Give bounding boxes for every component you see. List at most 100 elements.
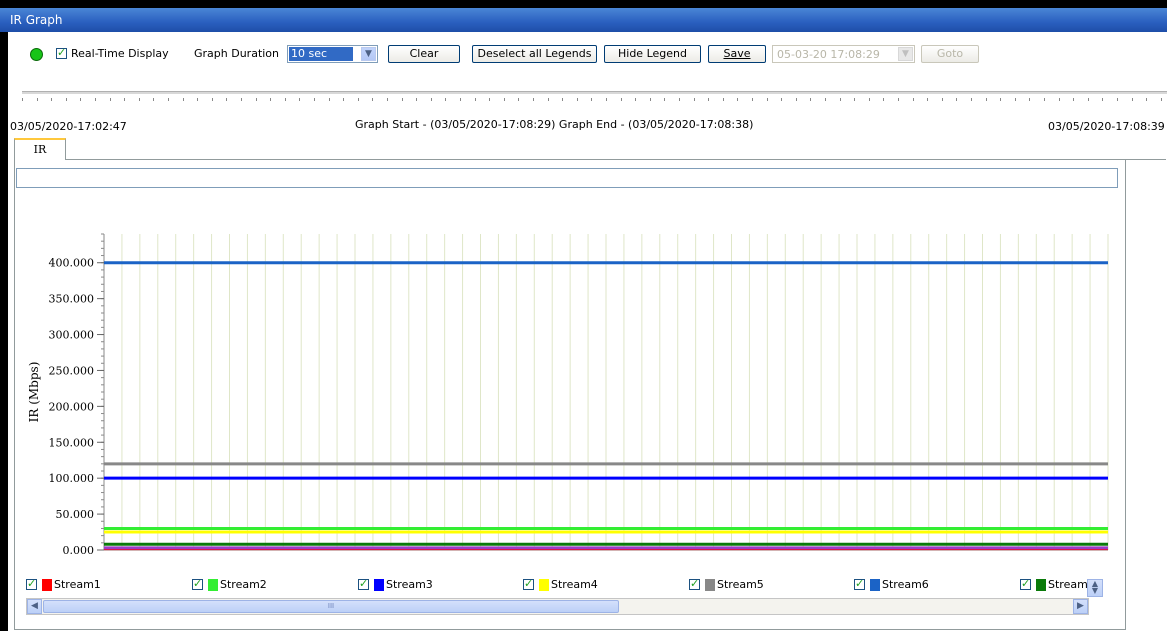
slider-tick bbox=[868, 98, 870, 101]
slider-tick bbox=[912, 98, 914, 101]
goto-button: Goto bbox=[921, 45, 979, 63]
slider-tick bbox=[591, 98, 593, 101]
slider-tick bbox=[664, 98, 666, 101]
slider-tick bbox=[1029, 98, 1031, 101]
slider-tick bbox=[36, 98, 38, 101]
slider-tick bbox=[883, 98, 885, 101]
slider-tick bbox=[606, 98, 607, 101]
slider-tick bbox=[985, 98, 987, 101]
slider-tick bbox=[80, 98, 82, 101]
slider-tick bbox=[825, 98, 826, 101]
legend-color-swatch bbox=[374, 579, 384, 591]
slider-tick bbox=[737, 98, 739, 101]
legend-checkbox[interactable] bbox=[523, 577, 534, 591]
save-button[interactable]: Save bbox=[708, 45, 766, 63]
slider-tick bbox=[956, 98, 958, 101]
slider-tick bbox=[284, 98, 286, 101]
hide-legend-button[interactable]: Hide Legend bbox=[604, 45, 701, 63]
slider-tick bbox=[357, 98, 359, 101]
slider-tick bbox=[489, 98, 491, 101]
legend-label: Stream6 bbox=[882, 578, 929, 591]
legend-checkbox[interactable] bbox=[1020, 577, 1031, 591]
slider-tick bbox=[898, 98, 899, 101]
graph-duration-label: Graph Duration bbox=[194, 47, 280, 60]
slider-tick bbox=[635, 98, 637, 101]
realtime-label: Real-Time Display bbox=[71, 47, 169, 60]
slider-tick bbox=[430, 98, 432, 101]
slider-tick bbox=[138, 98, 140, 101]
slider-tick bbox=[503, 98, 505, 101]
window-client-area: Real-Time Display Graph Duration 10 sec … bbox=[8, 32, 1167, 631]
y-tick-label: 400.000 bbox=[49, 257, 95, 270]
legend-checkbox[interactable] bbox=[192, 577, 203, 591]
legend-checkbox[interactable] bbox=[689, 577, 700, 591]
slider-tick bbox=[810, 98, 812, 101]
slider-tick bbox=[854, 98, 856, 101]
slider-tick bbox=[693, 98, 695, 101]
ir-line-chart: 0.000 50.000 100.000 150.000 200.000 250.000 3… bbox=[27, 233, 1109, 557]
y-tick-label: 150.000 bbox=[49, 436, 95, 449]
slider-tick bbox=[927, 98, 929, 101]
slider-tick bbox=[372, 98, 374, 101]
scroll-left-icon[interactable]: ◀ bbox=[27, 599, 42, 614]
legend-horizontal-scrollbar[interactable]: ◀ III ▶ bbox=[26, 598, 1089, 615]
y-axis-label: IR (Mbps) bbox=[27, 362, 41, 423]
slider-tick bbox=[1160, 98, 1162, 101]
slider-tick bbox=[314, 98, 315, 101]
legend-label: Stream1 bbox=[54, 578, 101, 591]
legend-scroll-spinner-icon[interactable]: ▲ ▼ bbox=[1087, 579, 1103, 597]
scrollbar-thumb[interactable]: III bbox=[43, 600, 619, 613]
slider-tick bbox=[1073, 98, 1075, 101]
ir-graph-window: IR Graph Real-Time Display Graph Duratio… bbox=[0, 0, 1167, 631]
slider-tick bbox=[1087, 98, 1089, 101]
scroll-right-icon[interactable]: ▶ bbox=[1073, 599, 1088, 614]
deselect-all-legends-button[interactable]: Deselect all Legends bbox=[472, 45, 597, 63]
goto-date-select: 05-03-20 17:08:29 ▼ bbox=[772, 45, 915, 63]
range-start-label: 03/05/2020-17:02:47 bbox=[10, 120, 127, 133]
slider-tick bbox=[708, 98, 710, 101]
slider-tick bbox=[518, 98, 520, 101]
range-end-label: 03/05/2020-17:08:39 bbox=[1048, 120, 1165, 133]
chevron-down-icon: ▼ bbox=[898, 47, 913, 61]
y-tick-label: 200.000 bbox=[49, 400, 95, 413]
slider-tick bbox=[299, 98, 301, 101]
tab-ir[interactable]: IR bbox=[14, 138, 66, 160]
goto-date-value: 05-03-20 17:08:29 bbox=[777, 48, 880, 61]
slider-tick bbox=[270, 98, 272, 101]
slider-tick bbox=[1131, 98, 1133, 101]
graph-info-box bbox=[16, 168, 1118, 188]
slider-tick bbox=[781, 98, 783, 101]
slider-tick bbox=[795, 98, 797, 101]
status-indicator-icon bbox=[30, 48, 43, 61]
legend-checkbox[interactable] bbox=[26, 577, 37, 591]
y-tick-label: 50.000 bbox=[56, 508, 95, 521]
slider-tick bbox=[445, 98, 447, 101]
slider-tick bbox=[343, 98, 345, 101]
legend-checkbox[interactable] bbox=[854, 577, 865, 591]
legend-color-swatch bbox=[1036, 579, 1046, 591]
chevron-down-icon[interactable]: ▼ bbox=[361, 47, 376, 61]
slider-tick bbox=[241, 98, 242, 101]
slider-tick bbox=[197, 98, 199, 101]
clear-button[interactable]: Clear bbox=[388, 45, 460, 63]
slider-tick bbox=[182, 98, 184, 101]
legend-color-swatch bbox=[870, 579, 880, 591]
slider-tick bbox=[387, 98, 388, 101]
slider-tick bbox=[1058, 98, 1060, 101]
slider-tick bbox=[1044, 98, 1045, 101]
window-titlebar[interactable]: IR Graph bbox=[0, 8, 1167, 32]
slider-tick bbox=[95, 98, 96, 101]
slider-tick bbox=[124, 98, 126, 101]
slider-tick bbox=[460, 98, 461, 101]
slider-tick bbox=[1146, 98, 1148, 101]
slider-tick bbox=[722, 98, 724, 101]
graph-duration-select[interactable]: 10 sec ▼ bbox=[287, 45, 378, 63]
slider-tick bbox=[1117, 98, 1118, 101]
realtime-checkbox[interactable] bbox=[56, 46, 67, 59]
slider-tick bbox=[971, 98, 972, 101]
legend-label: Stream3 bbox=[386, 578, 433, 591]
slider-tick bbox=[109, 98, 111, 101]
legend-checkbox[interactable] bbox=[358, 577, 369, 591]
y-tick-label: 250.000 bbox=[49, 364, 95, 377]
time-range-slider[interactable] bbox=[22, 87, 1167, 101]
